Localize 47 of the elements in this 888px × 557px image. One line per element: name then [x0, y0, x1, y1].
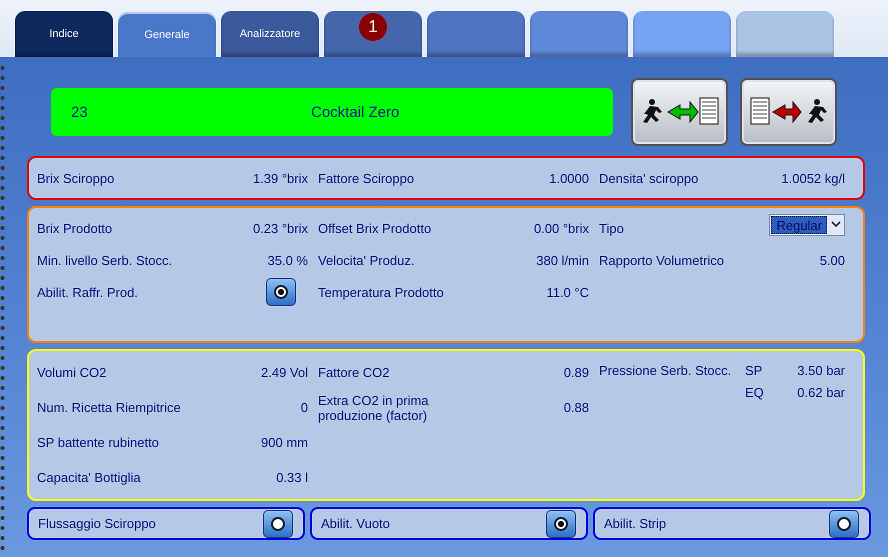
field-label: SP battente rubinetto: [37, 435, 159, 450]
tab[interactable]: Indice: [15, 11, 113, 57]
field-value: 0.89: [564, 365, 589, 380]
field-value: 0.33 l: [276, 470, 308, 485]
field-label: EQ: [745, 385, 764, 400]
field-value: 0.88: [564, 400, 589, 415]
field-label: Rapporto Volumetrico: [599, 252, 724, 268]
recipe-name: Cocktail Zero: [311, 104, 400, 120]
tab[interactable]: Generale: [118, 12, 216, 57]
switch-label: Flussaggio Sciroppo: [38, 516, 156, 531]
field-value: 35.0 %: [268, 252, 308, 268]
field-label: Offset Brix Prodotto: [318, 220, 432, 236]
field-label: Fattore CO2: [318, 365, 390, 380]
field-label: Min. livello Serb. Stocc.: [37, 252, 172, 268]
field-label: Extra CO2 in prima produzione (factor): [318, 392, 430, 422]
field-label: Pressione Serb. Stocc.: [599, 363, 732, 378]
tab[interactable]: 1: [324, 11, 422, 57]
field-value: 900 mm: [261, 435, 308, 450]
field-label: Brix Sciroppo: [37, 170, 114, 186]
field-value: 1.0052 kg/l: [781, 170, 845, 186]
field-value: 1.0000: [549, 170, 589, 186]
field-label: Abilit. Raffr. Prod.: [37, 284, 138, 300]
field-value: 11.0 °C: [546, 284, 589, 300]
field-label: Num. Ricetta Riempitrice: [37, 400, 181, 415]
field-value: 1.39 °brix: [252, 170, 308, 186]
field-label: SP: [745, 363, 762, 378]
switch-label: Abilit. Vuoto: [321, 516, 390, 531]
field-label: Temperatura Prodotto: [318, 284, 444, 300]
field-label: Densita' sciroppo: [599, 170, 698, 186]
field-label: Tipo: [599, 220, 624, 236]
field-value: 380 l/min: [536, 252, 589, 268]
field-value: 0: [300, 400, 308, 415]
field-label: Brix Prodotto: [37, 220, 112, 236]
field-label: Fattore Sciroppo: [318, 170, 414, 186]
notification-badge: 1: [359, 13, 387, 41]
field-label: Velocita' Produz.: [318, 252, 414, 268]
field-value: 2.49 Vol: [261, 365, 308, 380]
field-label: Capacita' Bottiglia: [37, 470, 141, 485]
field-value: 5.00: [820, 252, 845, 268]
field-label: Volumi CO2: [37, 365, 106, 380]
field-value: 0.23 °brix: [252, 220, 308, 236]
field-value: 0.00 °brix: [534, 220, 589, 236]
field-value: 3.50 bar: [797, 363, 845, 378]
tab[interactable]: Analizzatore: [221, 11, 319, 57]
field-value: 0.62 bar: [797, 385, 845, 400]
recipe-number: 23: [71, 104, 89, 120]
switch-label: Abilit. Strip: [604, 516, 666, 531]
